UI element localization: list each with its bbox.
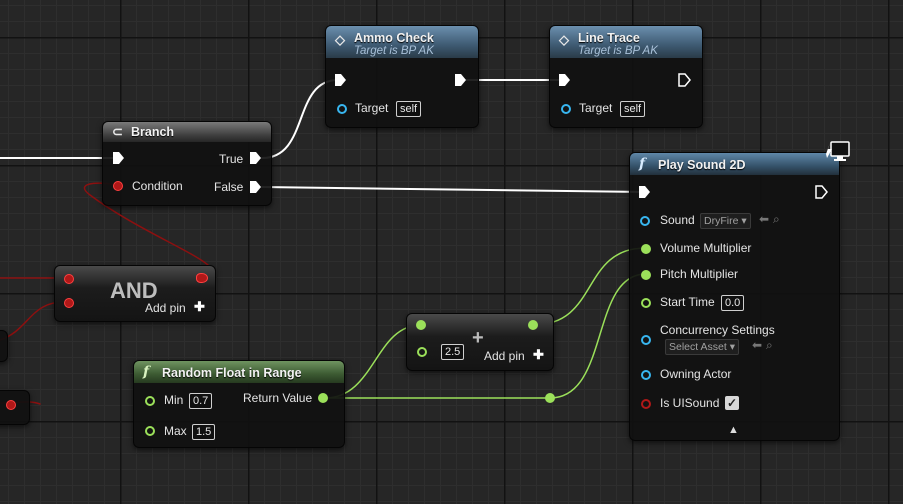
function-diamond-icon: ◇ xyxy=(335,32,345,47)
random-float-max-value[interactable]: 1.5 xyxy=(192,424,216,440)
chevron-down-icon: ▾ xyxy=(729,341,735,353)
play-sound-title: Play Sound 2D xyxy=(658,158,746,172)
add-add-pin-label[interactable]: Add pin xyxy=(484,349,525,363)
random-float-min-label: Min xyxy=(164,393,184,407)
play-sound-pitch-pin[interactable] xyxy=(641,270,651,280)
offscreen-node-upper[interactable] xyxy=(0,330,8,362)
branch-false-label: False xyxy=(214,180,244,194)
play-sound-concurrency-label: Concurrency Settings xyxy=(660,323,775,337)
offscreen-node-pin[interactable] xyxy=(6,400,16,410)
ammo-check-target-label: Target xyxy=(355,101,389,115)
and-add-pin-label[interactable]: Add pin xyxy=(145,301,186,315)
play-sound-volume-label: Volume Multiplier xyxy=(660,241,752,255)
play-sound-sound-label: Sound xyxy=(660,213,695,227)
line-trace-subtitle: Target is BP AK xyxy=(578,45,658,57)
random-float-max-pin[interactable] xyxy=(145,426,155,436)
and-output[interactable] xyxy=(196,273,208,283)
add-input-a[interactable] xyxy=(416,320,426,330)
branch-true-label: True xyxy=(219,152,244,166)
random-float-title: Random Float in Range xyxy=(162,366,302,380)
branch-node[interactable]: ⊂ Branch xyxy=(102,121,272,206)
ammo-check-exec-out[interactable] xyxy=(453,73,467,87)
play-sound-sound-pin[interactable] xyxy=(640,216,650,226)
and-input-b[interactable] xyxy=(64,298,74,308)
browse-search-icon[interactable]: ⌕ xyxy=(766,338,773,353)
play-sound-concurrency-dropdown[interactable]: Select Asset ▾ xyxy=(665,339,739,355)
random-float-min-value[interactable]: 0.7 xyxy=(189,393,213,409)
play-sound-is-ui-sound-checkbox[interactable]: ✓ xyxy=(725,396,739,410)
play-sound-is-ui-sound-pin[interactable] xyxy=(641,399,651,409)
ammo-check-target-value[interactable]: self xyxy=(396,101,422,117)
line-trace-target-value[interactable]: self xyxy=(620,101,646,117)
play-sound-start-time-pin[interactable] xyxy=(641,298,651,308)
expand-advanced-pins-icon[interactable]: ▲ xyxy=(728,424,739,436)
add-output[interactable] xyxy=(528,320,538,330)
play-sound-volume-pin[interactable] xyxy=(641,244,651,254)
reroute-node[interactable] xyxy=(545,393,555,403)
and-add-pin-icon[interactable]: ✚ xyxy=(194,299,205,315)
line-trace-title: Line Trace xyxy=(578,31,640,45)
line-trace-target-label: Target xyxy=(579,101,613,115)
add-add-pin-icon[interactable]: ✚ xyxy=(533,347,544,363)
play-sound-start-time-value[interactable]: 0.0 xyxy=(721,295,745,311)
exec-wire-false-sound xyxy=(261,186,643,193)
chevron-down-icon: ▾ xyxy=(741,215,747,227)
play-sound-start-time-label: Start Time xyxy=(660,295,715,309)
play-sound-exec-out[interactable] xyxy=(814,185,828,199)
play-sound-header[interactable]: f Play Sound 2D xyxy=(630,153,839,175)
play-sound-sound-dropdown[interactable]: DryFire ▾ xyxy=(700,213,751,229)
branch-condition-label: Condition xyxy=(132,179,183,193)
client-only-icon xyxy=(826,141,850,161)
and-input-a[interactable] xyxy=(64,274,74,284)
branch-condition-pin[interactable] xyxy=(113,181,123,191)
use-selected-arrow-icon[interactable]: ⬅ xyxy=(759,212,769,226)
function-icon: f xyxy=(143,364,150,380)
ammo-check-target-pin[interactable] xyxy=(337,104,347,114)
add-input-b[interactable] xyxy=(417,347,427,357)
line-trace-target-pin[interactable] xyxy=(561,104,571,114)
branch-icon: ⊂ xyxy=(112,124,123,139)
play-sound-is-ui-sound-label: Is UISound xyxy=(660,396,720,410)
add-input-b-value[interactable]: 2.5 xyxy=(441,344,465,360)
random-float-return-pin[interactable] xyxy=(318,393,328,403)
browse-search-icon[interactable]: ⌕ xyxy=(773,212,780,227)
branch-exec-false[interactable] xyxy=(248,180,262,194)
ammo-check-title: Ammo Check xyxy=(354,31,434,45)
random-float-header[interactable]: f Random Float in Range xyxy=(134,361,344,383)
play-sound-concurrency-value: Select Asset xyxy=(669,341,727,353)
use-selected-arrow-icon[interactable]: ⬅ xyxy=(752,338,762,352)
line-trace-exec-out[interactable] xyxy=(677,73,691,87)
function-icon: f xyxy=(639,156,646,172)
line-trace-header[interactable]: ◇ Line Trace Target is BP AK xyxy=(550,26,702,58)
play-sound-owning-actor-label: Owning Actor xyxy=(660,367,732,381)
random-float-min-pin[interactable] xyxy=(145,396,155,406)
function-diamond-icon: ◇ xyxy=(559,32,569,47)
ammo-check-header[interactable]: ◇ Ammo Check Target is BP AK xyxy=(326,26,478,58)
branch-header[interactable]: ⊂ Branch xyxy=(103,122,271,142)
play-sound-sound-value: DryFire xyxy=(704,215,739,227)
branch-exec-in[interactable] xyxy=(111,151,125,165)
ammo-check-exec-in[interactable] xyxy=(333,73,347,87)
branch-title: Branch xyxy=(131,125,175,139)
play-sound-pitch-label: Pitch Multiplier xyxy=(660,267,739,281)
play-sound-owning-actor-pin[interactable] xyxy=(641,370,651,380)
branch-exec-true[interactable] xyxy=(248,151,262,165)
random-float-return-label: Return Value xyxy=(243,391,313,405)
play-sound-concurrency-pin[interactable] xyxy=(641,335,651,345)
random-float-max-label: Max xyxy=(164,424,187,438)
line-trace-exec-in[interactable] xyxy=(557,73,571,87)
add-operator-icon: + xyxy=(472,327,484,349)
ammo-check-subtitle: Target is BP AK xyxy=(354,45,434,57)
play-sound-exec-in[interactable] xyxy=(637,185,651,199)
